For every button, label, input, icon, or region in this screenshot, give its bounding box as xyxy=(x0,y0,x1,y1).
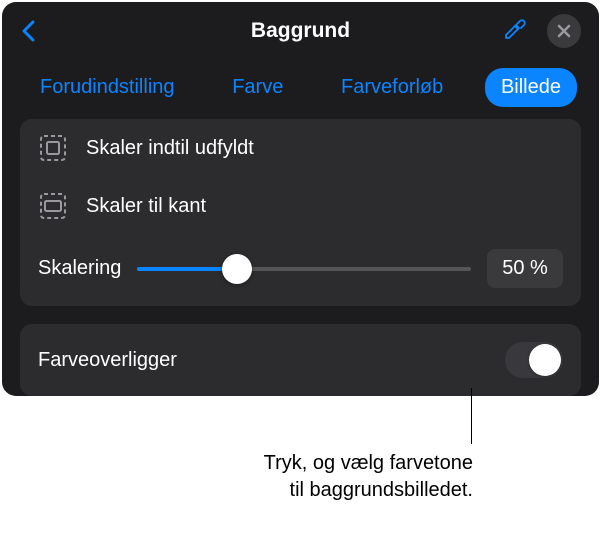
toggle-knob xyxy=(529,344,561,376)
callout-text: Tryk, og vælg farvetone til baggrundsbil… xyxy=(173,450,473,504)
tab-color[interactable]: Farve xyxy=(216,68,299,107)
scale-section: Skaler indtil udfyldt Skaler til kant Sk… xyxy=(20,119,581,306)
scale-fit-label: Skaler til kant xyxy=(86,195,206,218)
callout-leader-line xyxy=(471,388,472,444)
scale-fit-icon xyxy=(38,191,68,221)
scale-slider-label: Skalering xyxy=(38,257,121,280)
close-button[interactable] xyxy=(547,14,581,48)
back-button[interactable] xyxy=(20,19,60,43)
chevron-left-icon xyxy=(20,19,38,43)
tab-bar: Forudindstilling Farve Farveforløb Bille… xyxy=(2,56,599,119)
tab-preset[interactable]: Forudindstilling xyxy=(24,68,191,107)
scale-fill-icon xyxy=(38,133,68,163)
scale-value[interactable]: 50 % xyxy=(487,249,563,288)
tab-image[interactable]: Billede xyxy=(485,68,577,107)
close-icon xyxy=(556,23,572,39)
background-panel: Baggrund Forudindstilling Farve Farvefor… xyxy=(2,2,599,396)
panel-header: Baggrund xyxy=(2,2,599,56)
option-scale-fill[interactable]: Skaler indtil udfyldt xyxy=(20,119,581,177)
eyedropper-button[interactable] xyxy=(503,17,527,46)
scale-slider-row: Skalering 50 % xyxy=(20,235,581,306)
overlay-section: Farveoverligger xyxy=(20,324,581,396)
color-overlay-label: Farveoverligger xyxy=(38,349,177,372)
option-scale-fit[interactable]: Skaler til kant xyxy=(20,177,581,235)
scale-slider[interactable] xyxy=(137,267,471,271)
color-overlay-row: Farveoverligger xyxy=(20,324,581,396)
eyedropper-icon xyxy=(503,17,527,41)
tab-gradient[interactable]: Farveforløb xyxy=(325,68,459,107)
scale-fill-label: Skaler indtil udfyldt xyxy=(86,137,254,160)
slider-thumb[interactable] xyxy=(222,254,252,284)
color-overlay-toggle[interactable] xyxy=(505,342,563,378)
panel-title: Baggrund xyxy=(251,19,350,43)
